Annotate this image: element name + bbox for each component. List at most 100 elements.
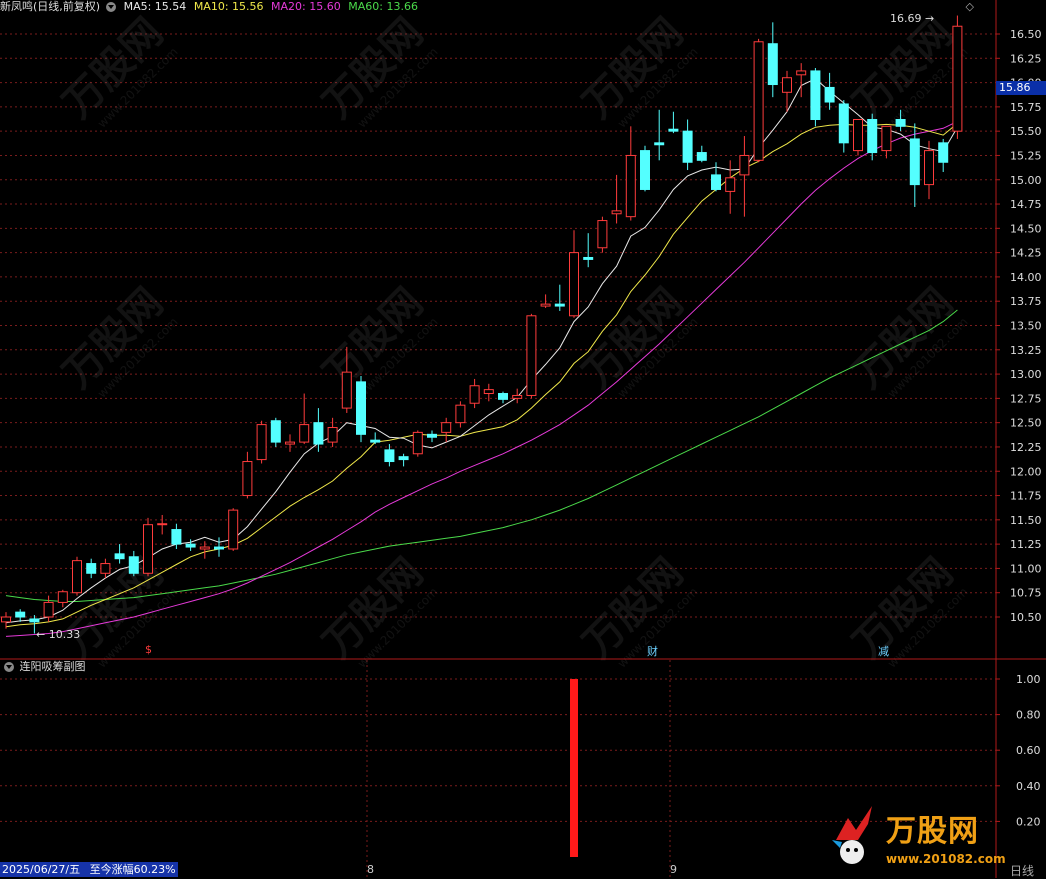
candle[interactable] [952,15,963,139]
logo-url-text: www.201082.com [886,852,1006,866]
candle-body-up [143,524,153,574]
candle[interactable] [441,417,452,443]
sub-panel-title-text: 连阳吸筹副图 [19,660,86,673]
candle-body-down [171,529,182,545]
candle[interactable] [739,136,750,217]
candle[interactable] [285,434,295,452]
candle-body-down [29,618,40,623]
candle[interactable] [611,174,622,224]
candle[interactable] [57,589,68,608]
candle-body-down [938,142,949,163]
candle-body-down [838,103,849,144]
price-tick-label: 12.25 [1010,441,1042,454]
candle[interactable] [909,123,920,207]
candle-body-down [270,420,281,443]
candle-body-down [214,546,224,550]
price-tick-label: 15.00 [1010,174,1042,187]
candle[interactable] [682,119,693,171]
price-tick-label: 13.50 [1010,320,1042,333]
price-tick-label: 11.25 [1010,538,1042,551]
candle[interactable] [810,68,821,127]
candle-body-up [597,220,608,249]
candle[interactable] [299,393,310,445]
candle[interactable] [15,609,26,622]
candle[interactable] [270,417,281,447]
candle[interactable] [867,113,878,161]
candle-body-up [483,389,494,395]
candle[interactable] [256,420,267,464]
candle[interactable] [526,313,537,399]
event-mark-dividend[interactable]: $ [145,643,152,656]
candle[interactable] [753,38,764,163]
candle[interactable] [853,119,863,156]
candle[interactable] [114,544,125,564]
candle[interactable] [540,294,551,309]
candle[interactable] [498,391,508,404]
candle[interactable] [469,378,480,409]
candle[interactable] [455,401,466,428]
candle[interactable] [640,145,650,192]
candle[interactable] [668,111,679,134]
kline-chart[interactable]: 万股网www.201082.com 万股网www.201082.com 万股网www… [0,0,1046,878]
candle[interactable] [143,517,153,577]
candle-body-down [370,439,381,443]
candle-body-down [384,449,395,463]
candle[interactable] [72,556,82,596]
candle-body-down [86,563,97,574]
candle-body-up [157,523,168,526]
signal-bar[interactable] [570,679,578,857]
price-tick-label: 15.25 [1010,149,1042,162]
price-tick-label: 14.00 [1010,271,1042,284]
candle[interactable] [938,138,949,172]
logo-mascot-icon [832,806,872,864]
watermark: 万股网www.201082.com [315,10,441,131]
candle[interactable] [100,558,111,579]
watermark: 万股网www.201082.com [315,550,441,671]
chevron-down-icon[interactable] [4,662,14,672]
candle[interactable] [356,376,366,443]
candle-body-up [285,441,295,445]
candle[interactable] [512,388,523,404]
candle[interactable] [696,145,707,163]
candle-body-up [199,546,210,550]
sub-tick-label: 0.20 [1016,815,1041,828]
candle[interactable] [625,126,636,221]
candle[interactable] [725,160,736,214]
candle[interactable] [228,508,239,551]
candle[interactable] [569,230,579,318]
candle-body-up [412,431,423,455]
candle[interactable] [597,216,608,253]
time-axis-label-sep: 9 [670,863,677,876]
candle-body-up [611,210,622,215]
candle[interactable] [214,537,224,557]
candle[interactable] [711,162,721,192]
status-date: 2025/06/27/五 [2,863,81,876]
candle-body-up [753,41,764,161]
candle[interactable] [554,284,565,311]
candle[interactable] [86,558,97,579]
candle[interactable] [427,430,437,443]
event-mark-finance[interactable]: 财 [647,643,658,659]
event-mark-reduce[interactable]: 减 [878,643,889,659]
candle-body-up [256,424,267,461]
candle[interactable] [242,451,253,499]
candle[interactable] [838,100,849,153]
candle-body-down [711,174,721,190]
candle[interactable] [370,432,381,445]
status-gain: 至今涨幅60.23% [89,863,176,876]
candle-body-down [15,611,26,618]
candle[interactable] [824,72,835,110]
candle[interactable] [583,233,594,268]
candle[interactable] [398,453,409,467]
candle[interactable] [157,514,168,535]
candle-body-down [498,393,508,400]
candle[interactable] [654,109,665,161]
price-tick-label: 11.50 [1010,514,1042,527]
price-tick-label: 14.25 [1010,247,1042,260]
sub-panel-title[interactable]: 连阳吸筹副图 [2,660,86,674]
candle[interactable] [412,430,423,457]
candle-body-up [455,404,466,424]
candle-body-down [583,256,594,260]
candle[interactable] [881,125,892,159]
candle-body-down [867,119,878,154]
